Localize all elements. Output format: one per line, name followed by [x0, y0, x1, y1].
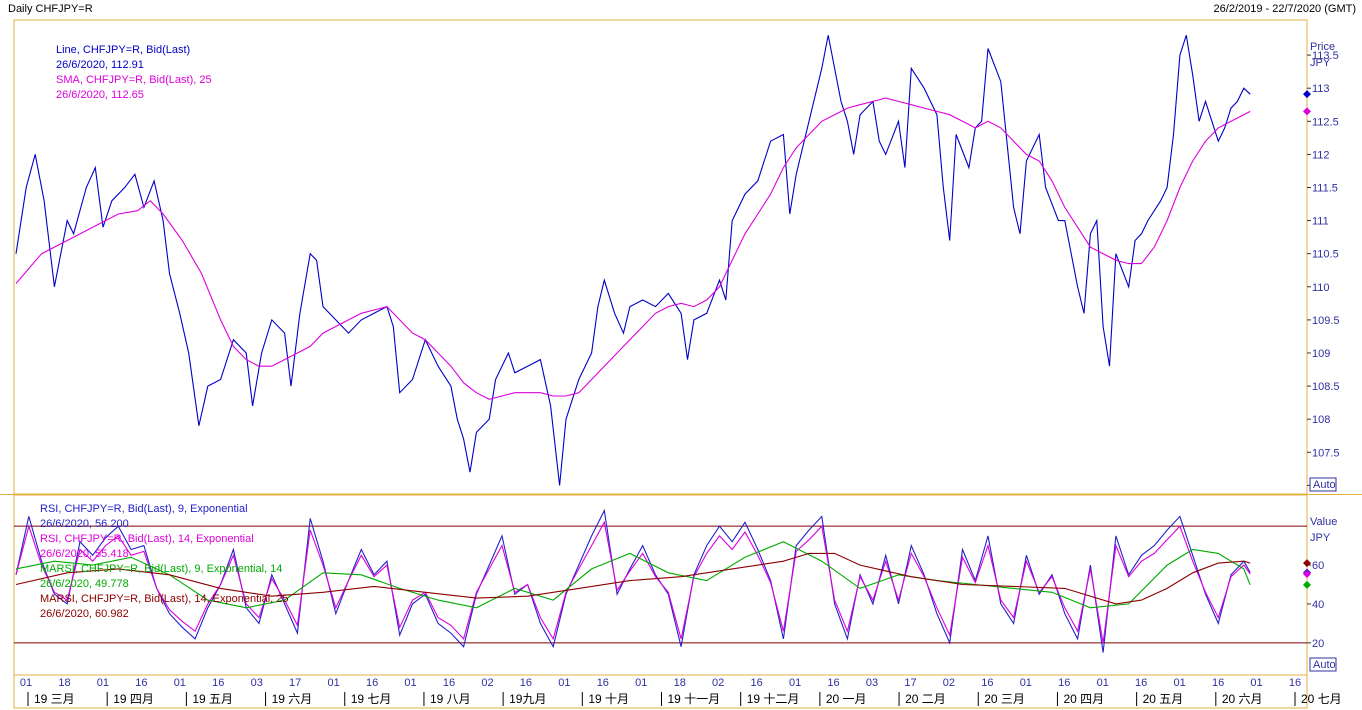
xtick-day: 02: [481, 677, 493, 689]
xtick-day: 01: [1097, 677, 1109, 689]
series-value-marker: [1303, 569, 1311, 578]
legend-entry: RSI, CHFJPY=R, Bid(Last), 14, Exponentia…: [40, 533, 254, 545]
xaxis-month-label: 19 四月: [113, 692, 154, 706]
ytick-label: 110.5: [1312, 249, 1339, 261]
ytick-label: 111.5: [1312, 182, 1338, 194]
xaxis-month-label: 19 十二月: [747, 692, 800, 706]
xtick-day: 03: [866, 677, 878, 689]
xtick-day: 01: [1250, 677, 1262, 689]
xtick-day: 01: [558, 677, 570, 689]
xaxis-month-label: 19 七月: [351, 692, 392, 706]
xtick-day: 16: [366, 677, 378, 689]
xaxis-month-label: 20 五月: [1143, 692, 1184, 706]
xtick-day: 18: [58, 677, 70, 689]
xtick-day: 16: [1289, 677, 1301, 689]
legend-entry: 26/6/2020, 55.418: [40, 548, 129, 560]
xaxis-month-label: 19九月: [509, 692, 546, 706]
xtick-day: 01: [404, 677, 416, 689]
xaxis-month-label: 20 二月: [905, 692, 946, 706]
xtick-day: 17: [904, 677, 916, 689]
xaxis-month-label: 20 四月: [1063, 692, 1104, 706]
xaxis-month-label: 19 八月: [430, 692, 471, 706]
xtick-day: 01: [1020, 677, 1032, 689]
xtick-day: 16: [1135, 677, 1147, 689]
xtick-day: 02: [712, 677, 724, 689]
series-line-0-0: [15, 35, 1251, 486]
ytick-label: 111: [1312, 216, 1329, 228]
xtick-day: 01: [1174, 677, 1186, 689]
xtick-day: 16: [443, 677, 455, 689]
ytick-label: 108.5: [1312, 381, 1340, 393]
ytick-label: 107.5: [1312, 447, 1340, 459]
legend-entry: RSI, CHFJPY=R, Bid(Last), 9, Exponential: [40, 503, 248, 515]
xtick-day: 16: [1212, 677, 1224, 689]
series-line-0-1: [15, 97, 1251, 400]
ytick-label: 108: [1312, 414, 1330, 426]
xtick-day: 16: [751, 677, 763, 689]
axis-unit: JPY: [1310, 532, 1331, 544]
xaxis-month-label: 19 三月: [34, 692, 75, 706]
legend-entry: 26/6/2020, 60.982: [40, 608, 129, 620]
xtick-day: 01: [789, 677, 801, 689]
ytick-label: 112: [1312, 149, 1330, 161]
xaxis-month-label: 20 三月: [984, 692, 1025, 706]
xtick-day: 16: [520, 677, 532, 689]
legend-entry: 26/6/2020, 112.91: [56, 59, 144, 71]
axis-title: Price: [1310, 41, 1335, 53]
series-value-marker: [1303, 559, 1311, 568]
auto-button-label[interactable]: Auto: [1313, 479, 1336, 491]
chart-canvas: 107107.5108108.5109109.5110110.5111111.5…: [0, 19, 1362, 709]
ytick-label: 40: [1312, 599, 1324, 611]
ytick-label: 113: [1312, 83, 1330, 95]
xtick-day: 01: [635, 677, 647, 689]
xaxis-month-label: 19 十一月: [668, 692, 721, 706]
legend-entry: SMA, CHFJPY=R, Bid(Last), 25: [56, 74, 212, 86]
xtick-day: 18: [674, 677, 686, 689]
series-value-marker: [1303, 580, 1311, 589]
xtick-day: 01: [97, 677, 109, 689]
axis-title: Value: [1310, 516, 1337, 528]
ytick-label: 109.5: [1312, 315, 1340, 327]
legend-entry: 26/6/2020, 112.65: [56, 89, 144, 101]
legend-entry: 26/6/2020, 56.200: [40, 518, 129, 530]
xtick-day: 03: [251, 677, 263, 689]
legend-entry: MARSI, CHFJPY=R, Bid(Last), 14, Exponent…: [40, 593, 289, 605]
xtick-day: 16: [1058, 677, 1070, 689]
series-value-marker: [1303, 107, 1311, 116]
xaxis-month-label: 20 六月: [1222, 692, 1263, 706]
xtick-day: 02: [943, 677, 955, 689]
xtick-day: 16: [827, 677, 839, 689]
xtick-day: 01: [328, 677, 340, 689]
xtick-day: 17: [289, 677, 301, 689]
ytick-label: 20: [1312, 638, 1324, 650]
xtick-day: 01: [174, 677, 186, 689]
ytick-label: 60: [1312, 560, 1324, 572]
xtick-day: 01: [20, 677, 32, 689]
xtick-day: 16: [212, 677, 224, 689]
auto-button-label[interactable]: Auto: [1313, 659, 1336, 671]
xaxis-month-label: 19 六月: [272, 692, 313, 706]
legend-entry: 26/6/2020, 49.778: [40, 578, 129, 590]
legend-entry: MARSI, CHFJPY=R, Bid(Last), 9, Exponenti…: [40, 563, 282, 575]
xtick-day: 16: [135, 677, 147, 689]
ytick-label: 110: [1312, 282, 1330, 294]
series-value-marker: [1303, 90, 1311, 99]
xaxis-month-label: 20 一月: [826, 692, 867, 706]
axis-unit: JPY: [1310, 57, 1331, 69]
xaxis-month-label: 19 十月: [588, 692, 629, 706]
legend-entry: Line, CHFJPY=R, Bid(Last): [56, 44, 190, 56]
xtick-day: 16: [597, 677, 609, 689]
xaxis-month-label: 20 七月: [1301, 692, 1342, 706]
xtick-day: 16: [981, 677, 993, 689]
price-panel-frame: [13, 19, 1308, 495]
ytick-label: 112.5: [1312, 116, 1339, 128]
xaxis-month-label: 19 五月: [192, 692, 233, 706]
series-line-1-0: [15, 508, 1251, 653]
ytick-label: 109: [1312, 348, 1330, 360]
